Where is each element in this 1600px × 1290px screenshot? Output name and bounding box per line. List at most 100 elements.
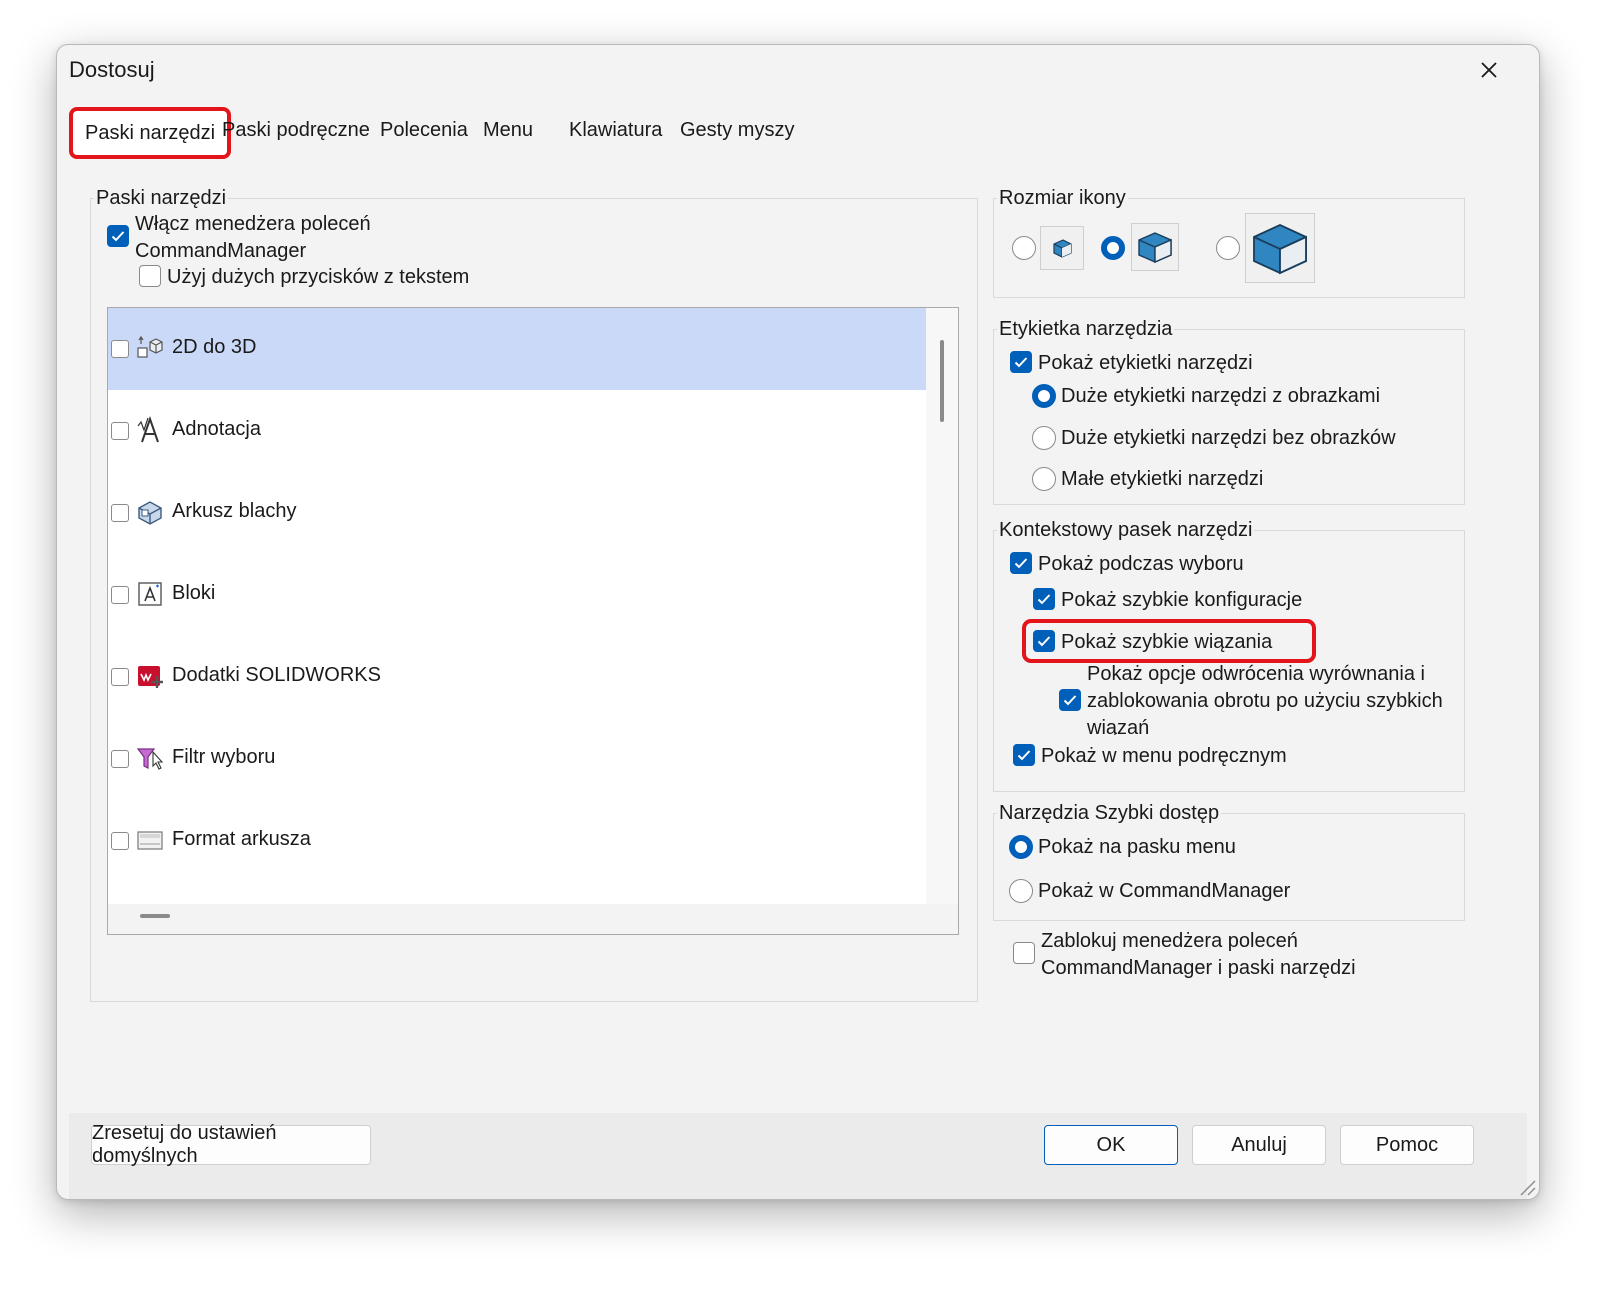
small-tooltips-label: Małe etykietki narzędzi xyxy=(1061,468,1264,490)
list-item-checkbox[interactable] xyxy=(111,504,129,522)
toolbars-group-label: Paski narzędzi xyxy=(94,187,229,210)
tab-label: Paski narzędzi xyxy=(85,121,216,144)
show-in-commandmanager-label: Pokaż w CommandManager xyxy=(1038,880,1291,902)
icon-size-large-radio[interactable] xyxy=(1216,236,1240,260)
tooltip-group-label: Etykietka narzędzia xyxy=(997,318,1175,341)
list-item-label: Dodatki SOLIDWORKS xyxy=(172,664,381,686)
horizontal-scroll-thumb[interactable] xyxy=(140,914,170,918)
tab-keyboard[interactable]: Klawiatura xyxy=(565,119,666,142)
show-on-selection-label: Pokaż podczas wyboru xyxy=(1038,553,1244,575)
ok-button[interactable]: OK xyxy=(1044,1125,1178,1165)
selection-filter-icon xyxy=(136,748,164,770)
quick-access-group-label: Narzędzia Szybki dostęp xyxy=(997,802,1222,825)
show-on-menu-bar-radio[interactable] xyxy=(1009,835,1033,859)
reset-defaults-button[interactable]: Zresetuj do ustawień domyślnych xyxy=(91,1122,371,1167)
dialog-title: Dostosuj xyxy=(69,57,155,82)
flip-alignment-checkbox[interactable] xyxy=(1059,689,1081,711)
toolbars-list[interactable]: 2D do 3D Adnotacja Arkusz blachy Bloki D… xyxy=(107,307,959,935)
lock-commandmanager-checkbox[interactable] xyxy=(1013,942,1035,964)
quick-access-group xyxy=(993,813,1465,921)
show-tooltips-checkbox[interactable] xyxy=(1010,351,1032,373)
flip-alignment-label-3: wiązań xyxy=(1087,717,1150,735)
list-item-checkbox[interactable] xyxy=(111,586,129,604)
list-item[interactable]: Dodatki SOLIDWORKS xyxy=(108,636,926,718)
tab-toolbars[interactable]: Paski narzędzi xyxy=(69,107,232,159)
list-item[interactable]: Arkusz blachy xyxy=(108,472,926,554)
sheet-metal-icon xyxy=(138,501,162,525)
tab-commands[interactable]: Polecenia xyxy=(376,119,472,142)
checkmark-icon xyxy=(1037,594,1051,605)
quick-configurations-label: Pokaż szybkie konfiguracje xyxy=(1061,589,1303,611)
checkmark-icon xyxy=(111,231,125,242)
medium-cube-icon xyxy=(1138,232,1172,264)
large-cube-icon xyxy=(1253,224,1307,275)
enable-commandmanager-label: Włącz menedżera poleceń xyxy=(135,213,371,235)
list-item-label: Format arkusza xyxy=(172,828,311,850)
list-item-label: Arkusz blachy xyxy=(172,500,297,522)
checkmark-icon xyxy=(1014,558,1028,569)
vertical-scroll-thumb[interactable] xyxy=(940,340,944,422)
lock-commandmanager-label: Zablokuj menedżera poleceń xyxy=(1041,930,1298,952)
large-buttons-label: Użyj dużych przycisków z tekstem xyxy=(167,266,470,288)
icon-size-medium-radio[interactable] xyxy=(1101,236,1125,260)
show-on-menu-bar-label: Pokaż na pasku menu xyxy=(1038,836,1236,858)
large-buttons-checkbox[interactable] xyxy=(139,265,161,287)
quick-mates-checkbox[interactable] xyxy=(1033,630,1055,652)
flip-alignment-label-2: zablokowania obrotu po użyciu szybkich xyxy=(1087,690,1443,712)
large-tooltips-images-label: Duże etykietki narzędzi z obrazkami xyxy=(1061,385,1381,407)
enable-commandmanager-checkbox[interactable] xyxy=(107,225,129,247)
flip-alignment-label: Pokaż opcje odwrócenia wyrównania i xyxy=(1087,663,1425,685)
large-tooltips-no-images-radio[interactable] xyxy=(1032,426,1056,450)
list-item[interactable]: Format arkusza xyxy=(108,800,926,882)
blocks-icon xyxy=(138,582,162,606)
lock-commandmanager-label-2: CommandManager i paski narzędzi xyxy=(1041,957,1356,979)
show-tooltips-label: Pokaż etykietki narzędzi xyxy=(1038,352,1253,374)
list-item[interactable]: Filtr wyboru xyxy=(108,718,926,800)
list-item-checkbox[interactable] xyxy=(111,668,129,686)
cancel-button[interactable]: Anuluj xyxy=(1192,1125,1326,1165)
quick-mates-label: Pokaż szybkie wiązania xyxy=(1061,631,1273,653)
small-cube-icon xyxy=(1053,239,1072,258)
list-item[interactable]: 2D do 3D xyxy=(108,308,926,390)
horizontal-scrollbar[interactable] xyxy=(108,904,958,934)
icon-size-large-preview xyxy=(1245,213,1315,283)
list-item-label: Adnotacja xyxy=(172,418,261,440)
small-tooltips-radio[interactable] xyxy=(1032,467,1056,491)
list-item[interactable]: Bloki xyxy=(108,554,926,636)
list-item-checkbox[interactable] xyxy=(111,832,129,850)
icon-size-small-radio[interactable] xyxy=(1012,236,1036,260)
list-item-label: Bloki xyxy=(172,582,216,604)
close-icon xyxy=(1481,62,1497,78)
quick-configurations-checkbox[interactable] xyxy=(1033,588,1055,610)
list-item[interactable]: Adnotacja xyxy=(108,390,926,472)
icon-size-medium-preview xyxy=(1131,223,1179,271)
show-in-commandmanager-radio[interactable] xyxy=(1009,879,1033,903)
list-item-checkbox[interactable] xyxy=(111,422,129,440)
large-tooltips-no-images-label: Duże etykietki narzędzi bez obrazków xyxy=(1061,427,1396,449)
icon-size-group-label: Rozmiar ikony xyxy=(997,187,1128,210)
large-tooltips-images-radio[interactable] xyxy=(1032,384,1056,408)
resize-grip-icon[interactable] xyxy=(1515,1175,1537,1197)
2d-to-3d-icon xyxy=(137,335,163,358)
list-item-label: 2D do 3D xyxy=(172,336,257,358)
close-button[interactable] xyxy=(1469,51,1509,89)
checkmark-icon xyxy=(1063,695,1077,706)
checkmark-icon xyxy=(1017,750,1031,761)
show-on-selection-checkbox[interactable] xyxy=(1010,552,1032,574)
list-item-checkbox[interactable] xyxy=(111,340,129,358)
enable-commandmanager-label-2: CommandManager xyxy=(135,240,307,262)
show-in-shortcut-menu-checkbox[interactable] xyxy=(1013,744,1035,766)
tab-menu[interactable]: Menu xyxy=(479,119,537,142)
list-item-label: Filtr wyboru xyxy=(172,746,276,768)
list-item-checkbox[interactable] xyxy=(111,750,129,768)
tab-shortcut-bars[interactable]: Paski podręczne xyxy=(218,119,374,142)
tab-mouse-gestures[interactable]: Gesty myszy xyxy=(676,119,798,142)
help-button[interactable]: Pomoc xyxy=(1340,1125,1474,1165)
solidworks-addins-icon xyxy=(138,666,163,688)
sheet-format-icon xyxy=(137,831,163,850)
icon-size-small-preview xyxy=(1040,226,1084,270)
context-toolbar-group-label: Kontekstowy pasek narzędzi xyxy=(997,519,1255,542)
checkmark-icon xyxy=(1037,636,1051,647)
checkmark-icon xyxy=(1014,357,1028,368)
annotation-icon xyxy=(137,416,159,443)
